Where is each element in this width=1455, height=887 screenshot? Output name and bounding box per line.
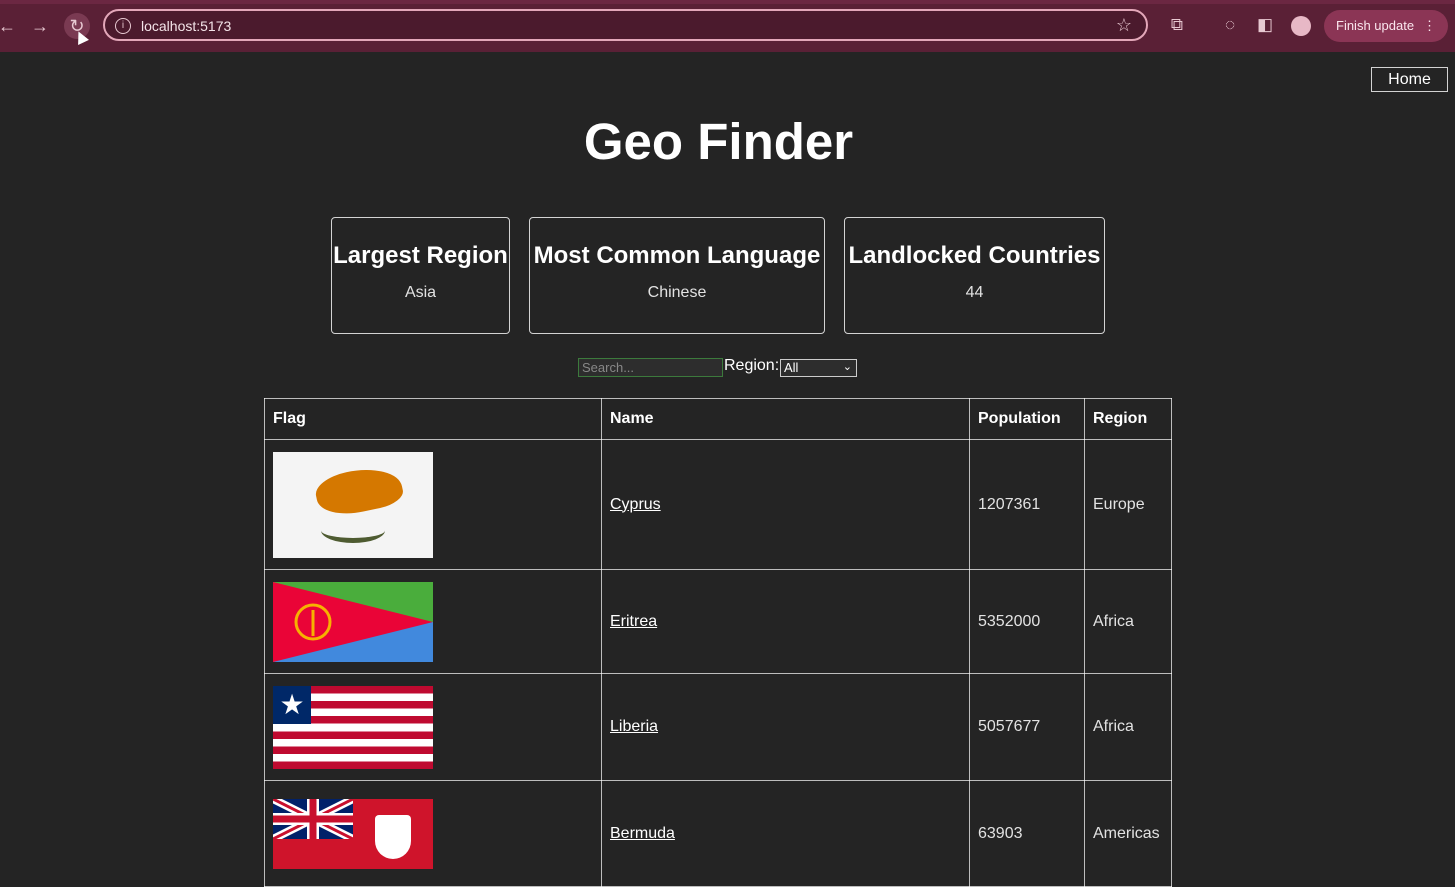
country-link[interactable]: Bermuda xyxy=(610,825,675,842)
stat-card-largest-region: Largest Region Asia xyxy=(331,217,510,334)
table-row: Eritrea 5352000 Africa xyxy=(264,569,1172,674)
stat-value: Asia xyxy=(404,284,437,301)
forward-arrow-icon[interactable]: → xyxy=(27,13,53,39)
region-cell: Europe xyxy=(1084,439,1172,570)
name-cell: Eritrea xyxy=(601,569,970,674)
name-cell: Bermuda xyxy=(601,780,970,887)
region-cell: Americas xyxy=(1084,780,1172,887)
more-menu-icon[interactable]: ⋮ xyxy=(1423,10,1436,42)
countries-table: Flag Name Population Region Cyprus 12073… xyxy=(264,398,1172,887)
chevron-down-icon: ⌄ xyxy=(842,361,852,373)
table-row: ★ Liberia 5057677 Africa xyxy=(264,673,1172,781)
url-text[interactable]: localhost:5173 xyxy=(141,18,231,34)
stat-title: Landlocked Countries xyxy=(848,242,1101,269)
side-panel-icon[interactable]: ◧ xyxy=(1254,15,1276,35)
finish-update-label: Finish update xyxy=(1336,18,1415,33)
header-flag: Flag xyxy=(264,398,602,440)
address-bar[interactable]: i localhost:5173 ☆ xyxy=(103,9,1148,41)
profile-avatar-icon[interactable] xyxy=(1291,16,1311,36)
table-row: Bermuda 63903 Americas xyxy=(264,780,1172,887)
stat-value: 44 xyxy=(965,284,984,301)
name-cell: Cyprus xyxy=(601,439,970,570)
stat-card-landlocked: Landlocked Countries 44 xyxy=(844,217,1105,334)
flag-cell xyxy=(264,569,602,674)
flag-cell xyxy=(264,780,602,887)
country-link[interactable]: Cyprus xyxy=(610,496,661,513)
home-link[interactable]: Home xyxy=(1371,67,1448,92)
stat-title: Largest Region xyxy=(333,242,508,269)
stat-value: Chinese xyxy=(647,284,707,301)
header-population: Population xyxy=(969,398,1085,440)
liberia-flag-image: ★ xyxy=(273,685,433,769)
search-input[interactable]: Search... xyxy=(578,358,723,377)
performance-icon[interactable]: ◌ xyxy=(1219,15,1241,35)
population-cell: 5057677 xyxy=(969,673,1085,781)
region-cell: Africa xyxy=(1084,673,1172,781)
table-row: Cyprus 1207361 Europe xyxy=(264,439,1172,570)
eritrea-flag-image xyxy=(273,581,433,662)
bermuda-flag-image xyxy=(273,798,433,869)
name-cell: Liberia xyxy=(601,673,970,781)
stat-title: Most Common Language xyxy=(533,242,821,269)
country-link[interactable]: Liberia xyxy=(610,718,658,735)
region-label: Region: xyxy=(724,357,780,374)
back-arrow-icon[interactable]: ← xyxy=(0,13,20,39)
header-region: Region xyxy=(1084,398,1172,440)
region-selected-value: All xyxy=(784,360,799,375)
flag-cell: ★ xyxy=(264,673,602,781)
tab-strip xyxy=(0,0,1455,4)
bookmark-star-icon[interactable]: ☆ xyxy=(1116,15,1132,36)
site-info-icon[interactable]: i xyxy=(115,18,131,34)
page-title: Geo Finder xyxy=(583,113,854,170)
flag-cell xyxy=(264,439,602,570)
extensions-icon[interactable]: ⧉ xyxy=(1166,15,1188,35)
stat-card-common-language: Most Common Language Chinese xyxy=(529,217,825,334)
region-cell: Africa xyxy=(1084,569,1172,674)
population-cell: 1207361 xyxy=(969,439,1085,570)
population-cell: 5352000 xyxy=(969,569,1085,674)
cyprus-flag-image xyxy=(273,451,433,558)
region-select[interactable]: All ⌄ xyxy=(780,359,857,377)
country-link[interactable]: Eritrea xyxy=(610,613,657,630)
header-name: Name xyxy=(601,398,970,440)
finish-update-button[interactable]: Finish update ⋮ xyxy=(1324,10,1448,42)
table-header-row: Flag Name Population Region xyxy=(264,398,1172,440)
browser-toolbar: ← → ↻ i localhost:5173 ☆ ⧉ ◌ ◧ Finish up… xyxy=(0,0,1455,52)
population-cell: 63903 xyxy=(969,780,1085,887)
